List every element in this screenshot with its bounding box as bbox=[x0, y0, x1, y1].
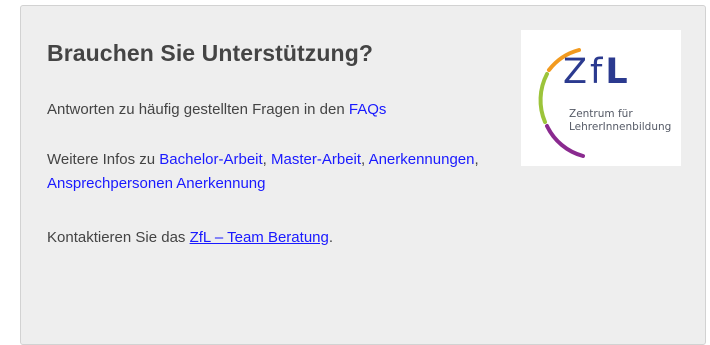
zfl-team-beratung-link[interactable]: ZfL – Team Beratung bbox=[190, 229, 329, 246]
faq-text: Antworten zu häufig gestellten Fragen in… bbox=[47, 101, 349, 118]
card-title: Brauchen Sie Unterstützung? bbox=[47, 40, 374, 66]
logo-line2: LehrerInnenbildung bbox=[569, 121, 672, 133]
separator: , bbox=[361, 151, 369, 168]
zfl-logo-arc-icon bbox=[538, 48, 585, 158]
separator: , bbox=[474, 151, 479, 168]
infos-text: Weitere Infos zu bbox=[47, 151, 160, 168]
zfl-logo-subtitle: Zentrum für LehrerInnenbildung bbox=[569, 108, 671, 134]
faq-link[interactable]: FAQs bbox=[349, 101, 387, 118]
master-arbeit-link[interactable]: Master-Arbeit bbox=[271, 151, 361, 168]
zfl-logo-text: ZfL bbox=[563, 52, 631, 92]
infos-paragraph: Weitere Infos zu Bachelor-Arbeit, Master… bbox=[47, 148, 547, 196]
contact-paragraph: Kontaktieren Sie das ZfL – Team Beratung… bbox=[47, 226, 333, 250]
ansprechpersonen-link[interactable]: Ansprechpersonen Anerkennung bbox=[47, 175, 266, 192]
bachelor-arbeit-link[interactable]: Bachelor-Arbeit bbox=[159, 151, 262, 168]
zfl-logo: ZfL Zentrum für LehrerInnenbildung bbox=[521, 30, 681, 166]
faq-paragraph: Antworten zu häufig gestellten Fragen in… bbox=[47, 98, 386, 122]
contact-text: Kontaktieren Sie das bbox=[47, 229, 190, 246]
logo-line1: Zentrum für bbox=[569, 108, 633, 120]
anerkennungen-link[interactable]: Anerkennungen bbox=[369, 151, 475, 168]
contact-end: . bbox=[328, 229, 334, 246]
support-card: Brauchen Sie Unterstützung? Antworten zu… bbox=[20, 5, 706, 345]
separator: , bbox=[262, 151, 272, 168]
